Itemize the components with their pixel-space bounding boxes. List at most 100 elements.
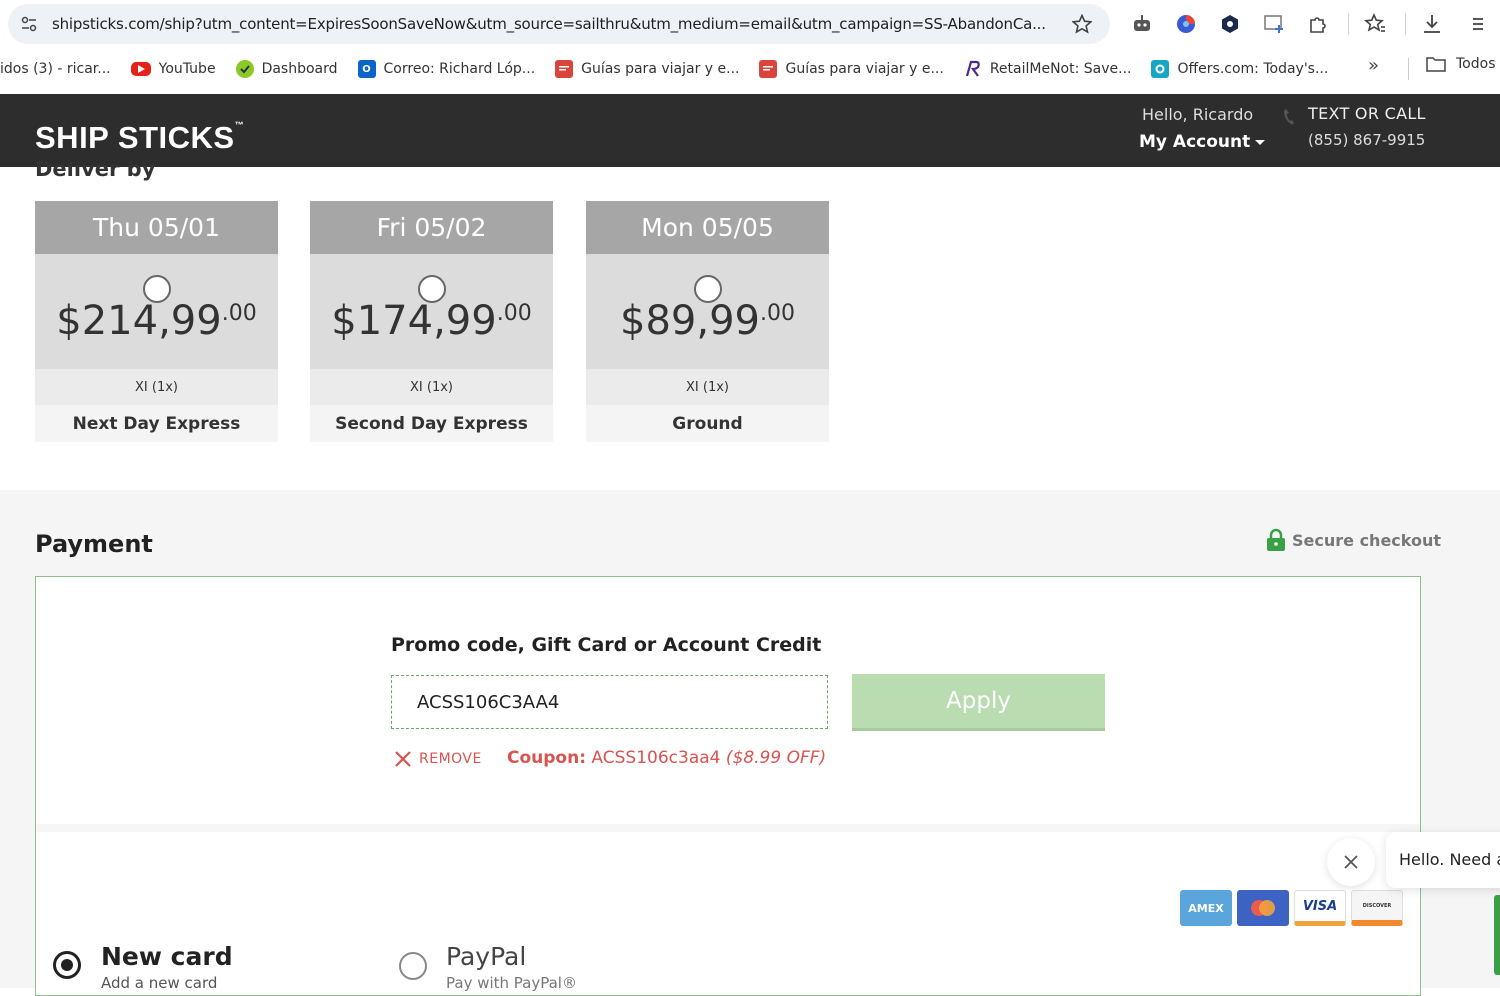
url-text[interactable]: shipsticks.com/ship?utm_content=ExpiresS…	[52, 15, 1057, 33]
offers-icon	[1151, 60, 1170, 78]
shipping-price: $174,99.00	[331, 298, 532, 344]
bookmark-item[interactable]: Dashboard	[226, 55, 348, 83]
bookmark-item[interactable]: RetailMeNot: Save...	[954, 55, 1142, 83]
delivery-date: Mon 05/05	[586, 201, 829, 254]
bookmark-label: Offers.com: Today's...	[1177, 61, 1329, 77]
lock-icon	[1267, 528, 1285, 551]
secure-checkout-label: Secure checkout	[1292, 530, 1442, 550]
promo-code-input[interactable]	[391, 675, 828, 729]
paypal-radio[interactable]	[399, 952, 427, 980]
folder-icon	[1426, 57, 1446, 72]
trademark-mark: ™	[234, 120, 245, 130]
shipping-option-next-day[interactable]: Thu 05/01 $214,99.00 XI (1x) Next Day Ex…	[35, 201, 278, 442]
menu-icon[interactable]	[1462, 10, 1490, 38]
chat-launcher-edge[interactable]	[1494, 895, 1500, 975]
service-name: Next Day Express	[35, 405, 278, 442]
remove-label: REMOVE	[419, 751, 482, 767]
address-bar[interactable]: shipsticks.com/ship?utm_content=ExpiresS…	[8, 4, 1110, 44]
card-brand-logos: AMEX VISA DISCOVER	[1180, 890, 1403, 926]
bookmark-item[interactable]: YouTube	[121, 55, 226, 83]
youtube-icon	[130, 62, 151, 76]
section-divider	[36, 824, 1420, 832]
bookmark-label: RetailMeNot: Save...	[989, 61, 1132, 77]
puzzle-extensions-icon[interactable]	[1304, 10, 1332, 38]
bookmark-label: idos (3) - ricar...	[0, 61, 111, 77]
contact-label: TEXT OR CALL	[1308, 104, 1426, 123]
price-area: $174,99.00	[310, 254, 553, 369]
mastercard-icon	[1237, 890, 1289, 926]
price-area: $89,99.00	[586, 254, 829, 369]
browser-toolbar: shipsticks.com/ship?utm_content=ExpiresS…	[0, 0, 1500, 48]
bookmark-label: Guías para viajar y e...	[785, 61, 944, 77]
coupon-code: ACSS106c3aa4	[591, 748, 721, 768]
coupon-label: Coupon:	[507, 748, 587, 768]
shipping-price: $89,99.00	[620, 298, 795, 344]
robot-extension-icon[interactable]	[1128, 10, 1156, 38]
outlook-icon: O	[357, 60, 376, 78]
paypal-subtitle: Pay with PayPal®	[446, 974, 577, 992]
coupon-discount: ($8.99 OFF)	[725, 748, 827, 768]
bookmark-label: YouTube	[158, 61, 216, 77]
chat-greeting-bubble[interactable]: Hello. Need a	[1386, 832, 1500, 888]
remove-coupon-button[interactable]: REMOVE	[393, 749, 482, 769]
my-account-label: My Account	[1139, 132, 1251, 152]
bookmark-item[interactable]: Offers.com: Today's...	[1141, 55, 1338, 83]
bookmark-label: Dashboard	[261, 61, 338, 77]
shipping-option-second-day[interactable]: Fri 05/02 $174,99.00 XI (1x) Second Day …	[310, 201, 553, 442]
download-icon[interactable]	[1418, 10, 1446, 38]
bookmark-item[interactable]: Guías para viajar y e...	[545, 55, 749, 83]
phone-icon	[1284, 109, 1294, 125]
promo-label: Promo code, Gift Card or Account Credit	[391, 634, 822, 656]
bookmarks-separator	[1408, 58, 1409, 80]
guide-icon	[759, 60, 778, 78]
amex-icon: AMEX	[1180, 890, 1232, 926]
bookmark-item[interactable]: idos (3) - ricar...	[0, 55, 121, 83]
discover-icon: DISCOVER	[1351, 890, 1403, 926]
bookmark-label: Guías para viajar y e...	[581, 61, 740, 77]
caret-down-icon	[1255, 139, 1266, 145]
service-name: Ground	[586, 405, 829, 442]
dashboard-icon	[235, 60, 254, 78]
site-header: SHIP STICKS™ Hello, Ricardo My Account T…	[0, 94, 1500, 167]
bookmarks-bar: idos (3) - ricar... YouTube Dashboard O …	[0, 48, 1500, 90]
payment-title: Payment	[35, 530, 153, 558]
payment-section: Payment Secure checkout Promo code, Gift…	[0, 490, 1500, 996]
price-area: $214,99.00	[35, 254, 278, 369]
guide-icon	[555, 60, 574, 78]
site-settings-icon[interactable]	[20, 15, 38, 33]
shipsticks-logo[interactable]: SHIP STICKS™	[35, 120, 244, 156]
bookmark-item[interactable]: Guías para viajar y e...	[749, 55, 953, 83]
greeting: Hello, Ricardo	[1142, 105, 1254, 124]
favorites-icon[interactable]	[1361, 10, 1389, 38]
extensions-area	[1128, 10, 1500, 38]
more-bookmarks-chevron-icon[interactable]: »	[1368, 55, 1379, 76]
bookmark-folder[interactable]: Todos l	[1426, 56, 1500, 72]
coupon-applied-text: Coupon: ACSS106c3aa4 ($8.99 OFF)	[507, 748, 826, 768]
secure-checkout: Secure checkout	[1266, 528, 1441, 552]
package-size: XI (1x)	[310, 369, 553, 405]
close-x-icon	[395, 751, 411, 767]
close-icon	[1344, 855, 1358, 869]
bookmark-star-icon[interactable]	[1072, 14, 1092, 34]
payment-box: Promo code, Gift Card or Account Credit …	[35, 576, 1421, 996]
paypal-title[interactable]: PayPal	[446, 942, 526, 971]
my-account-dropdown[interactable]: My Account	[1139, 132, 1266, 152]
shipping-option-ground[interactable]: Mon 05/05 $89,99.00 XI (1x) Ground	[586, 201, 829, 442]
toolbar-separator	[1348, 13, 1349, 35]
service-name: Second Day Express	[310, 405, 553, 442]
deliver-by-heading: Deliver by	[35, 161, 156, 181]
toolbar-separator	[1405, 13, 1406, 35]
chat-close-button[interactable]	[1327, 838, 1375, 886]
hexagon-extension-icon[interactable]	[1216, 10, 1244, 38]
apply-button[interactable]: Apply	[852, 674, 1105, 731]
new-card-title[interactable]: New card	[101, 942, 233, 971]
bookmark-item[interactable]: O Correo: Richard Lóp...	[348, 55, 546, 83]
new-card-radio[interactable]	[53, 951, 81, 979]
package-size: XI (1x)	[35, 369, 278, 405]
delivery-date: Thu 05/01	[35, 201, 278, 254]
delivery-date: Fri 05/02	[310, 201, 553, 254]
bookmark-label: Correo: Richard Lóp...	[383, 61, 536, 77]
globe-extension-icon[interactable]	[1172, 10, 1200, 38]
phone-number[interactable]: (855) 867-9915	[1308, 131, 1425, 149]
screen-add-extension-icon[interactable]	[1260, 10, 1288, 38]
